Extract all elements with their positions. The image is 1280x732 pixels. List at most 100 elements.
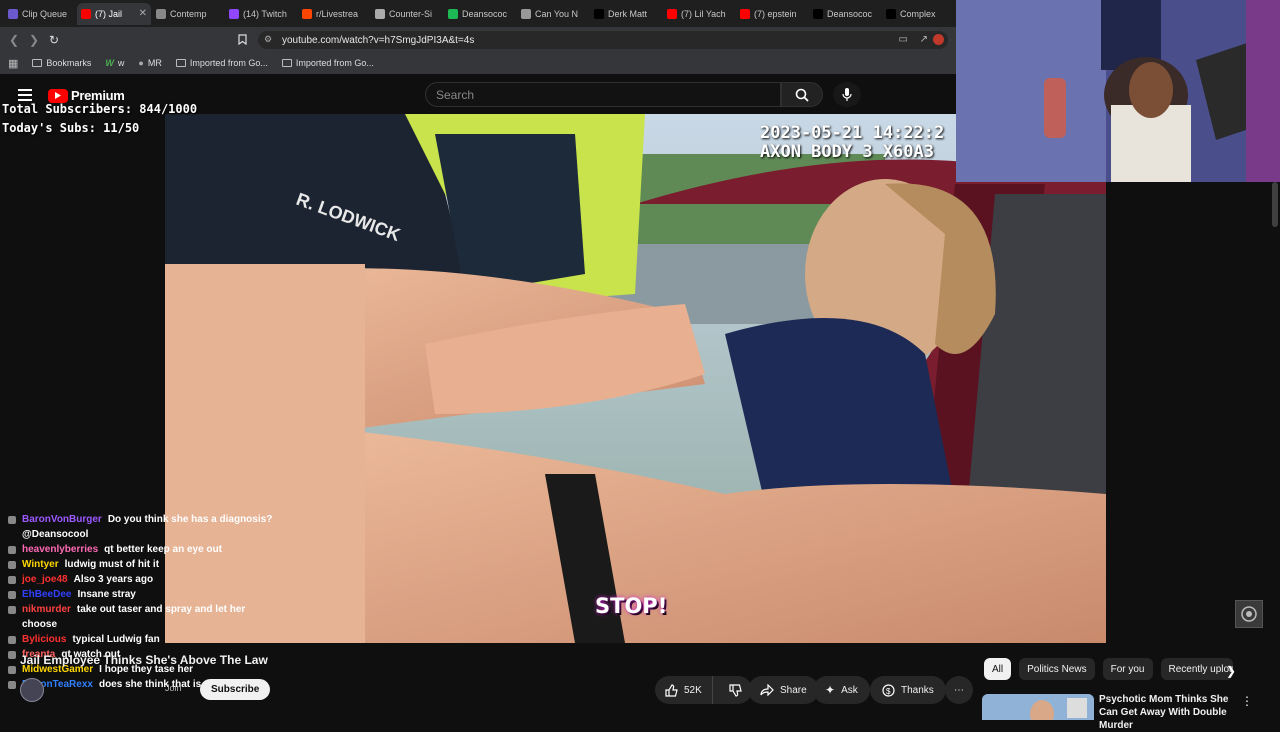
bookmark-folder-main[interactable]: Bookmarks [32, 58, 91, 68]
tab-label: (7) epstein [754, 8, 797, 19]
tab-favicon-icon [521, 8, 531, 19]
more-icon: ⋯ [954, 684, 964, 696]
browser-tab[interactable]: Counter-Si [371, 3, 443, 25]
browser-tab[interactable]: Deansococ [444, 3, 516, 25]
like-dislike-group: 52K [655, 676, 752, 704]
like-button[interactable]: 52K [655, 676, 713, 704]
right-panel [1106, 182, 1280, 643]
thumbs-down-icon [729, 683, 742, 697]
chat-message: BaronVonBurger Do you think she has a dia… [0, 512, 280, 542]
browser-tab[interactable]: Can You N [517, 3, 589, 25]
voice-search-button[interactable] [833, 82, 861, 107]
close-tab-icon[interactable]: ✕ [139, 8, 147, 19]
recommendation-menu-icon[interactable]: ⋮ [1241, 694, 1253, 708]
apps-grid-icon[interactable]: ▦ [8, 57, 18, 70]
thanks-button[interactable]: $ Thanks [870, 676, 946, 704]
video-title: Jail Employee Thinks She's Above The Law [20, 653, 268, 667]
subscribe-button[interactable]: Subscribe [200, 679, 271, 700]
bookmark-imported-2[interactable]: Imported from Go... [281, 58, 374, 68]
search-input[interactable]: Search [425, 82, 781, 107]
subscriber-counter: Total Subscribers: 844/1000 Today's Subs… [2, 100, 197, 138]
scrollbar-thumb[interactable] [1272, 182, 1278, 227]
url-text: youtube.com/watch?v=h7SmgJdPI3A&t=4s [282, 34, 475, 46]
w-logo-icon: W [105, 58, 114, 68]
share-button[interactable]: Share [748, 676, 819, 704]
microphone-icon [842, 87, 852, 101]
browser-tab[interactable]: r/Livestrea [298, 3, 370, 25]
chat-badge-icon [8, 606, 16, 614]
back-icon[interactable]: ❮ [4, 30, 24, 50]
bookmark-imported-1[interactable]: Imported from Go... [175, 58, 268, 68]
channel-avatar[interactable] [20, 678, 44, 702]
caption-text: STOP! [595, 594, 668, 618]
bookmark-mr[interactable]: ● MR [138, 58, 161, 68]
bookmark-icon[interactable] [232, 30, 252, 50]
dislike-button[interactable] [719, 676, 752, 704]
chat-text: Insane stray [77, 589, 136, 600]
search-button[interactable] [781, 82, 823, 107]
chat-message: EhBeeDee Insane stray [0, 587, 280, 602]
url-field[interactable]: ⚙ youtube.com/watch?v=h7SmgJdPI3A&t=4s ▭… [258, 31, 948, 49]
chat-message: heavenlyberries qt better keep an eye out [0, 542, 280, 557]
channel-watermark-icon[interactable] [1235, 600, 1263, 628]
tab-label: Deansococ [827, 8, 873, 19]
more-actions-button[interactable]: ⋯ [945, 676, 973, 704]
browser-tab[interactable]: (7) Lil Yach [663, 3, 735, 25]
chat-badge-icon [8, 636, 16, 644]
tab-favicon-icon [302, 8, 312, 19]
chat-badge-icon [8, 651, 16, 659]
tab-strip: Clip Queue (7) Jail ✕ Contemp (14) Twitch r/L… [0, 0, 960, 27]
chat-username: Wintyer [22, 559, 59, 570]
join-button[interactable]: Join [165, 683, 182, 693]
total-subs-text: Total Subscribers: 844/1000 [2, 102, 198, 116]
reload-icon[interactable]: ↻ [44, 30, 64, 50]
bookmark-w[interactable]: Ww [105, 58, 124, 68]
chat-badge-icon [8, 681, 16, 689]
folder-icon [281, 59, 292, 67]
tab-label: Derk Matt [608, 8, 648, 19]
tab-favicon-icon [667, 8, 677, 19]
thanks-icon: $ [882, 683, 895, 697]
browser-tab[interactable]: (14) Twitch [225, 3, 297, 25]
ask-label: Ask [841, 684, 858, 696]
folder-icon [32, 59, 43, 67]
tab-favicon-icon [81, 8, 91, 19]
extension-icon[interactable] [933, 34, 944, 45]
recommendation-thumbnail[interactable] [982, 694, 1094, 720]
browser-tab[interactable]: Contemp [152, 3, 224, 25]
thumbnail-image [982, 694, 1094, 720]
folder-icon [175, 59, 186, 67]
share-icon [760, 684, 774, 696]
chat-message: Bylicious typical Ludwig fan [0, 632, 280, 647]
chip-for-you[interactable]: For you [1102, 658, 1153, 680]
video-player[interactable]: R. LODWICK 2023-05-21 14:22:2 AXON BODY … [165, 114, 1106, 643]
sparkle-icon: ✦ [825, 683, 836, 697]
chat-username: joe_joe48 [22, 574, 68, 585]
chip-politics-news[interactable]: Politics News [1019, 658, 1095, 680]
browser-tab[interactable]: (7) epstein [736, 3, 808, 25]
tab-favicon-icon [375, 8, 385, 19]
chip-recently-uploaded[interactable]: Recently uploa [1160, 658, 1233, 680]
search-icon [795, 88, 809, 102]
forward-icon[interactable]: ❯ [24, 30, 44, 50]
browser-tab[interactable]: Deansococ [809, 3, 881, 25]
chat-username: Bylicious [22, 634, 67, 645]
browser-tab[interactable]: Derk Matt [590, 3, 662, 25]
timestamp-text: 2023-05-21 14:22:2 [760, 123, 945, 143]
browser-tab[interactable]: Clip Queue [4, 3, 76, 25]
browser-tab[interactable]: (7) Jail ✕ [77, 2, 151, 25]
ask-button[interactable]: ✦ Ask [813, 676, 870, 704]
site-info-icon[interactable]: ⚙ [264, 34, 272, 45]
chip-all[interactable]: All [984, 658, 1012, 680]
recommendation-title[interactable]: Psychotic Mom Thinks She Can Get Away Wi… [1099, 693, 1239, 732]
browser-tab[interactable]: Complex [882, 3, 954, 25]
share-page-icon[interactable]: ↗ [920, 34, 928, 45]
tab-label: Contemp [170, 8, 207, 19]
tab-label: Complex [900, 8, 936, 19]
webcam-frame [956, 0, 1280, 182]
chip-next-icon[interactable]: ❯ [1226, 664, 1236, 678]
chat-text: typical Ludwig fan [72, 634, 160, 645]
tab-favicon-icon [8, 8, 18, 19]
today-subs-text: Today's Subs: 11/50 [2, 121, 140, 135]
cast-icon[interactable]: ▭ [899, 34, 908, 45]
